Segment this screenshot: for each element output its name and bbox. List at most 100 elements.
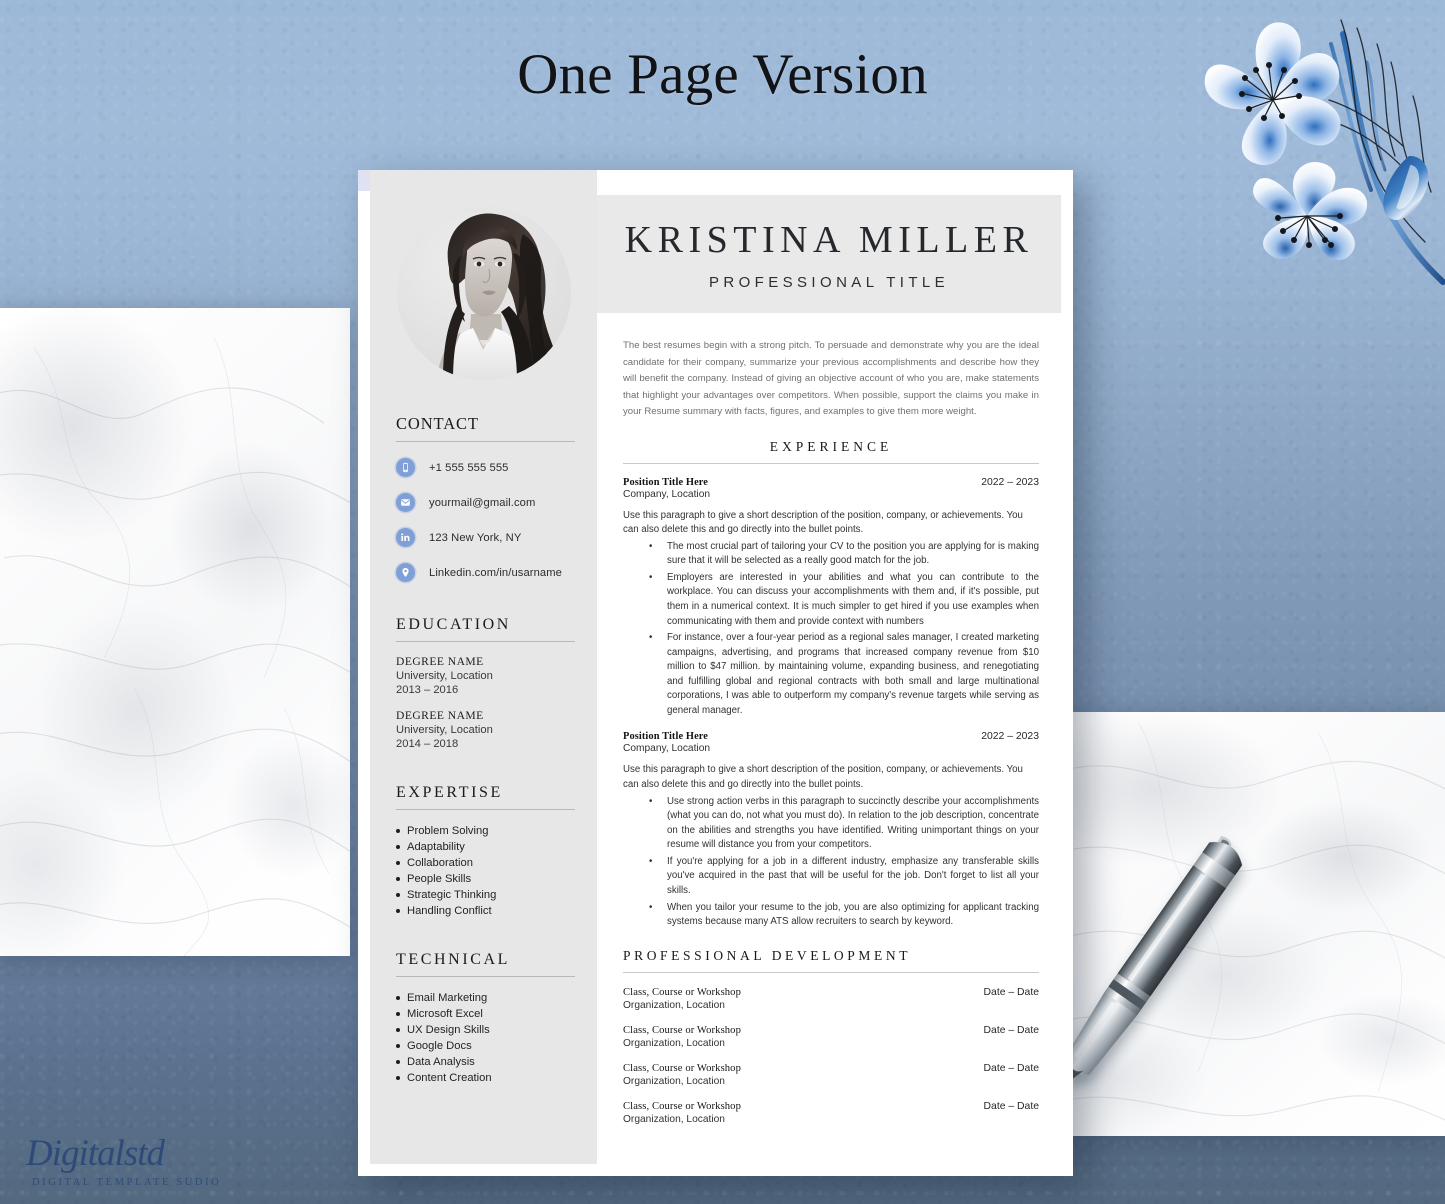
linkedin-icon — [396, 528, 415, 547]
contact-value: 123 New York, NY — [429, 531, 522, 544]
development-date: Date – Date — [983, 986, 1039, 998]
development-entry: Class, Course or Workshop Organization, … — [623, 1063, 1039, 1087]
marble-veining — [1068, 712, 1445, 1136]
contact-list: +1 555 555 555 yourmail@gmail.com 123 Ne… — [396, 458, 575, 582]
development-entry: Class, Course or Workshop Organization, … — [623, 987, 1039, 1011]
avatar-wrap — [370, 206, 597, 380]
skill-label: UX Design Skills — [407, 1024, 490, 1036]
contact-item-linkedin[interactable]: 123 New York, NY — [396, 528, 575, 547]
list-item: Adaptability — [396, 841, 575, 853]
contact-value: yourmail@gmail.com — [429, 496, 536, 509]
contact-item-location[interactable]: Linkedin.com/in/usarname — [396, 563, 575, 582]
skill-label: People Skills — [407, 873, 472, 885]
bullet-text: If you're applying for a job in a differ… — [667, 855, 1039, 896]
bullet-text: When you tailor your resume to the job, … — [667, 901, 1039, 928]
bullet-item: • For instance, over a four-year period a… — [623, 631, 1039, 718]
contact-value: Linkedin.com/in/usarname — [429, 566, 562, 579]
experience-date: 2022 – 2023 — [981, 476, 1039, 488]
development-org: Organization, Location — [623, 999, 725, 1011]
experience-title: Position Title Here — [623, 731, 709, 743]
development-title: Class, Course or Workshop — [623, 1100, 741, 1112]
bullet-dot-icon: • — [649, 632, 653, 644]
phone-icon — [396, 458, 415, 477]
expertise-list: Problem Solving Adaptability Collaborati… — [396, 825, 575, 917]
marble-veining — [0, 308, 350, 956]
experience-bullets: • The most crucial part of tailoring your… — [623, 540, 1039, 719]
bullet-dot-icon — [396, 829, 400, 833]
location-pin-icon — [396, 563, 415, 582]
bullet-text: Use strong action verbs in this paragrap… — [667, 795, 1039, 851]
bullet-item: • If you're applying for a job in a diffe… — [623, 855, 1039, 899]
experience-company: Company, Location — [623, 488, 711, 500]
skill-label: Email Marketing — [407, 992, 488, 1004]
bullet-dot-icon — [396, 1076, 400, 1080]
experience-header: Position Title Here 2022 – 2023 — [623, 731, 1039, 742]
education-degree: DEGREE NAME — [396, 655, 484, 668]
brand-name: Digitalstd — [26, 1133, 165, 1174]
bullet-dot-icon — [396, 893, 400, 897]
bullet-dot-icon: • — [649, 571, 653, 583]
development-date: Date – Date — [983, 1100, 1039, 1112]
development-title: Class, Course or Workshop — [623, 986, 741, 998]
section-heading-technical: TECHNICAL — [396, 951, 575, 977]
development-title: Class, Course or Workshop — [623, 1024, 741, 1036]
bullet-dot-icon: • — [649, 795, 653, 807]
skill-label: Microsoft Excel — [407, 1008, 483, 1020]
bullet-dot-icon — [396, 1028, 400, 1032]
list-item: Email Marketing — [396, 992, 575, 1004]
bullet-item: • Use strong action verbs in this paragra… — [623, 795, 1039, 853]
candidate-title: PROFESSIONAL TITLE — [708, 274, 950, 291]
candidate-name: KRISTINA MILLER — [624, 219, 1034, 261]
list-item: UX Design Skills — [396, 1024, 575, 1036]
bullet-dot-icon — [396, 996, 400, 1000]
experience-entry: Position Title Here 2022 – 2023 Company,… — [623, 731, 1039, 929]
experience-description: Use this paragraph to give a short descr… — [623, 764, 1023, 790]
education-degree: DEGREE NAME — [396, 709, 484, 722]
section-heading-expertise: EXPERTISE — [396, 784, 575, 810]
development-org: Organization, Location — [623, 1075, 725, 1087]
bullet-dot-icon: • — [649, 540, 653, 552]
avatar — [396, 206, 571, 380]
list-item: Problem Solving — [396, 825, 575, 837]
envelope-icon — [396, 493, 415, 512]
development-org: Organization, Location — [623, 1037, 725, 1049]
list-item: Google Docs — [396, 1040, 575, 1052]
list-item: Handling Conflict — [396, 905, 575, 917]
bullet-dot-icon — [396, 877, 400, 881]
list-item: Microsoft Excel — [396, 1008, 575, 1020]
education-entry: DEGREE NAME University, Location 2014 – … — [396, 709, 575, 750]
experience-header: Position Title Here 2022 – 2023 — [623, 477, 1039, 488]
bullet-dot-icon — [396, 909, 400, 913]
bullet-dot-icon — [396, 1060, 400, 1064]
skill-label: Data Analysis — [407, 1056, 475, 1068]
bullet-dot-icon: • — [649, 855, 653, 867]
list-item: Strategic Thinking — [396, 889, 575, 901]
bullet-text: The most crucial part of tailoring your … — [667, 540, 1039, 567]
skill-label: Handling Conflict — [407, 905, 492, 917]
bullet-text: For instance, over a four-year period as… — [667, 632, 1039, 716]
experience-date: 2022 – 2023 — [981, 731, 1039, 743]
resume-main: KRISTINA MILLER PROFESSIONAL TITLE The b… — [597, 170, 1073, 1176]
bullet-item: • When you tailor your resume to the job,… — [623, 901, 1039, 930]
skill-label: Collaboration — [407, 857, 473, 869]
contact-item-phone[interactable]: +1 555 555 555 — [396, 458, 575, 477]
technical-list: Email Marketing Microsoft Excel UX Desig… — [396, 992, 575, 1084]
section-heading-contact: CONTACT — [396, 414, 575, 442]
section-heading-professional-development: PROFESSIONAL DEVELOPMENT — [623, 948, 1039, 973]
experience-bullets: • Use strong action verbs in this paragra… — [623, 795, 1039, 930]
education-years: 2014 – 2018 — [396, 738, 459, 750]
development-entry: Class, Course or Workshop Organization, … — [623, 1025, 1039, 1049]
bullet-dot-icon — [396, 1044, 400, 1048]
skill-label: Adaptability — [407, 841, 465, 853]
contact-item-email[interactable]: yourmail@gmail.com — [396, 493, 575, 512]
list-item: Content Creation — [396, 1072, 575, 1084]
development-title: Class, Course or Workshop — [623, 1062, 741, 1074]
bullet-dot-icon — [396, 845, 400, 849]
bullet-dot-icon — [396, 861, 400, 865]
skill-label: Content Creation — [407, 1072, 492, 1084]
list-item: Data Analysis — [396, 1056, 575, 1068]
summary-paragraph: The best resumes begin with a strong pit… — [623, 340, 1039, 417]
resume-document: CONTACT +1 555 555 555 yourmail@gmail.co… — [358, 170, 1073, 1176]
bullet-item: • The most crucial part of tailoring your… — [623, 540, 1039, 569]
section-heading-education: EDUCATION — [396, 616, 575, 642]
